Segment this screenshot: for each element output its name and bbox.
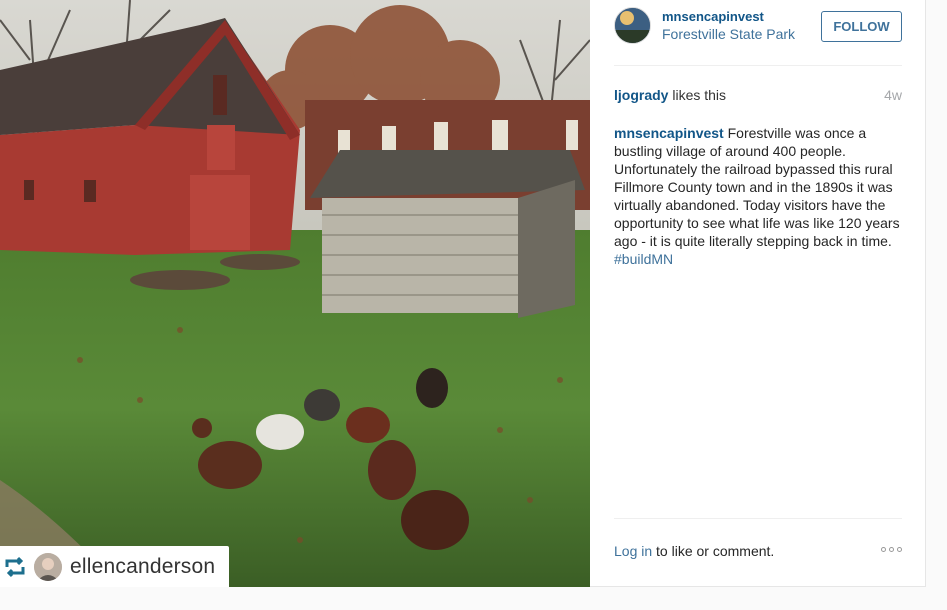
likes-user[interactable]: ljogrady: [614, 87, 668, 103]
post-caption: mnsencapinvest Forestville was once a bu…: [614, 124, 906, 268]
post-username[interactable]: mnsencapinvest: [662, 9, 764, 24]
post-header: mnsencapinvest Forestville State Park FO…: [614, 0, 902, 66]
repost-username: ellencanderson: [70, 554, 216, 578]
likes-summary: ljogrady likes this: [614, 87, 902, 103]
farm-scene-image: [0, 0, 590, 587]
caption-hashtag[interactable]: #buildMN: [614, 251, 673, 267]
login-suffix: to like or comment.: [652, 543, 775, 559]
repost-tag: ellencanderson: [0, 546, 230, 587]
post-card: ellencanderson mnsencapinvest Forestvill…: [0, 0, 926, 587]
post-location[interactable]: Forestville State Park: [662, 26, 795, 42]
follow-button[interactable]: FOLLOW: [821, 11, 902, 42]
post-footer: Log in to like or comment.: [614, 518, 902, 587]
login-link[interactable]: Log in: [614, 543, 652, 559]
login-prompt: Log in to like or comment.: [614, 543, 774, 559]
post-photo[interactable]: ellencanderson: [0, 0, 590, 587]
likes-suffix: likes this: [668, 87, 727, 103]
more-options-icon[interactable]: [881, 547, 902, 552]
repost-icon: [0, 552, 30, 582]
repost-avatar: [34, 552, 62, 581]
post-sidebar: mnsencapinvest Forestville State Park FO…: [590, 0, 926, 587]
caption-username[interactable]: mnsencapinvest: [614, 125, 724, 141]
post-age[interactable]: 4w: [884, 87, 902, 103]
user-avatar[interactable]: [614, 7, 651, 44]
caption-text: Forestville was once a bustling village …: [614, 125, 900, 249]
